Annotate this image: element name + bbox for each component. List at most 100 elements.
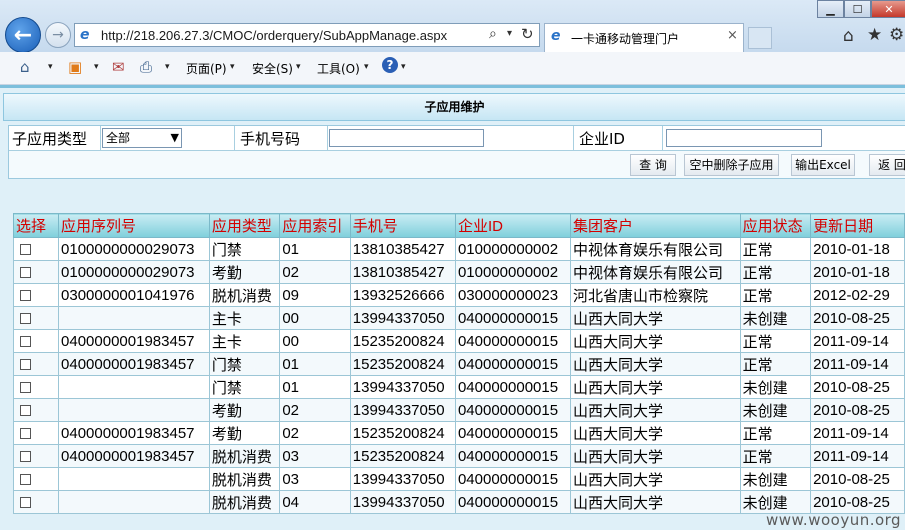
column-header-index[interactable]: 应用索引 <box>279 213 351 238</box>
action-row: 查 询 空中删除子应用 输出Excel 返 回 <box>9 151 905 178</box>
cell-enterprise: 040000000015 <box>454 421 572 445</box>
row-checkbox[interactable] <box>20 451 31 463</box>
table-row: 0400000001983457 门禁 01 15235200824 040000000… <box>12 352 905 376</box>
print-dropdown-icon[interactable]: ▾ <box>165 62 170 72</box>
cell-phone: 15235200824 <box>349 329 456 353</box>
browser-tab[interactable]: e 一卡通移动管理门户 × <box>544 23 744 52</box>
cell-status: 未创建 <box>739 467 812 491</box>
page-menu[interactable]: 页面(P) <box>186 60 227 77</box>
tab-close-icon[interactable]: × <box>727 28 738 43</box>
row-checkbox[interactable] <box>20 497 31 509</box>
cell-phone: 13994337050 <box>349 398 456 422</box>
back-button[interactable]: ← <box>5 17 41 53</box>
column-header-enterprise[interactable]: 企业ID <box>454 213 572 238</box>
print-icon[interactable]: ⎙ <box>140 58 152 76</box>
row-checkbox[interactable] <box>20 382 31 394</box>
select-cell <box>12 306 60 330</box>
cell-index: 01 <box>279 375 351 399</box>
row-checkbox[interactable] <box>20 244 31 256</box>
refresh-icon[interactable]: ↻ <box>521 25 534 43</box>
home-icon[interactable]: ⌂ <box>843 26 854 46</box>
column-header-phone[interactable]: 手机号 <box>349 213 456 238</box>
cell-type: 主卡 <box>208 306 281 330</box>
row-checkbox[interactable] <box>20 474 31 486</box>
cell-enterprise: 040000000015 <box>454 352 572 376</box>
cell-index: 00 <box>279 329 351 353</box>
tools-menu-dropdown-icon[interactable]: ▾ <box>364 62 369 72</box>
enterprise-id-input[interactable] <box>666 129 822 147</box>
app-type-select[interactable]: 全部 ▼ <box>102 128 182 148</box>
home-dropdown-icon[interactable]: ▾ <box>48 62 53 72</box>
cell-phone: 15235200824 <box>349 421 456 445</box>
forward-arrow-icon: → <box>52 27 64 43</box>
column-header-status[interactable]: 应用状态 <box>739 213 812 238</box>
address-bar[interactable]: e http://218.206.27.3/CMOC/orderquery/Su… <box>74 23 540 47</box>
back-page-button[interactable]: 返 回 <box>869 154 905 176</box>
new-tab-button[interactable] <box>748 27 772 49</box>
top-divider <box>0 85 905 88</box>
minimize-button[interactable]: ▁ <box>817 0 844 18</box>
cell-type: 脱机消费 <box>208 490 281 514</box>
safety-menu-dropdown-icon[interactable]: ▾ <box>296 62 301 72</box>
cell-customer: 山西大同大学 <box>570 329 741 353</box>
column-header-type[interactable]: 应用类型 <box>208 213 281 238</box>
cell-serial: 0400000001983457 <box>58 421 210 445</box>
tools-menu[interactable]: 工具(O) <box>317 60 360 77</box>
row-checkbox[interactable] <box>20 290 31 302</box>
cell-serial <box>58 375 210 399</box>
cell-serial <box>58 490 210 514</box>
cell-phone: 15235200824 <box>349 352 456 376</box>
cell-type: 门禁 <box>208 237 281 261</box>
filter-cell: 企业ID <box>573 126 663 151</box>
mail-icon[interactable]: ✉ <box>112 58 125 76</box>
address-url[interactable]: http://218.206.27.3/CMOC/orderquery/SubA… <box>101 28 447 43</box>
window-controls: ▁ ☐ ✕ <box>817 0 905 19</box>
cell-date: 2010-08-25 <box>810 398 905 422</box>
export-excel-button[interactable]: 输出Excel <box>791 154 855 176</box>
cell-date: 2011-09-14 <box>810 444 905 468</box>
row-checkbox[interactable] <box>20 336 31 348</box>
row-checkbox[interactable] <box>20 267 31 279</box>
cell-index: 01 <box>279 352 351 376</box>
cell-status: 正常 <box>739 283 812 307</box>
cell-phone: 13994337050 <box>349 375 456 399</box>
cell-enterprise: 040000000015 <box>454 444 572 468</box>
row-checkbox[interactable] <box>20 428 31 440</box>
column-header-serial[interactable]: 应用序列号 <box>58 213 210 238</box>
home-icon[interactable]: ⌂ <box>20 58 30 76</box>
maximize-button[interactable]: ☐ <box>844 0 871 18</box>
address-dropdown-icon[interactable]: ▾ <box>507 28 512 39</box>
tools-gear-icon[interactable]: ⚙ <box>889 25 904 45</box>
row-checkbox[interactable] <box>20 359 31 371</box>
cell-customer: 山西大同大学 <box>570 421 741 445</box>
page-menu-dropdown-icon[interactable]: ▾ <box>230 62 235 72</box>
search-icon[interactable]: ⌕ <box>489 26 497 42</box>
cell-index: 02 <box>279 260 351 284</box>
cell-phone: 13810385427 <box>349 260 456 284</box>
delete-subapp-button[interactable]: 空中删除子应用 <box>684 154 779 176</box>
column-header-date[interactable]: 更新日期 <box>810 213 905 238</box>
select-cell <box>12 467 60 491</box>
safety-menu[interactable]: 安全(S) <box>252 60 293 77</box>
cell-customer: 山西大同大学 <box>570 398 741 422</box>
help-dropdown-icon[interactable]: ▾ <box>401 62 406 72</box>
rss-feed-icon[interactable]: ▣ <box>68 58 82 76</box>
select-cell <box>12 444 60 468</box>
phone-input[interactable] <box>329 129 484 147</box>
column-header-customer[interactable]: 集团客户 <box>570 213 741 238</box>
table-row: 0300000001041976 脱机消费 09 13932526666 0300000… <box>12 283 905 307</box>
row-checkbox[interactable] <box>20 405 31 417</box>
forward-button[interactable]: → <box>45 22 71 48</box>
favorites-star-icon[interactable]: ★ <box>867 25 882 45</box>
cell-type: 门禁 <box>208 375 281 399</box>
cell-type: 脱机消费 <box>208 444 281 468</box>
rss-dropdown-icon[interactable]: ▾ <box>94 62 99 72</box>
cell-type: 考勤 <box>208 398 281 422</box>
cell-date: 2011-09-14 <box>810 421 905 445</box>
query-button[interactable]: 查 询 <box>630 154 676 176</box>
row-checkbox[interactable] <box>20 313 31 325</box>
cell-date: 2011-09-14 <box>810 352 905 376</box>
cell-status: 正常 <box>739 260 812 284</box>
help-icon[interactable]: ? <box>382 57 398 73</box>
close-window-button[interactable]: ✕ <box>871 0 905 18</box>
